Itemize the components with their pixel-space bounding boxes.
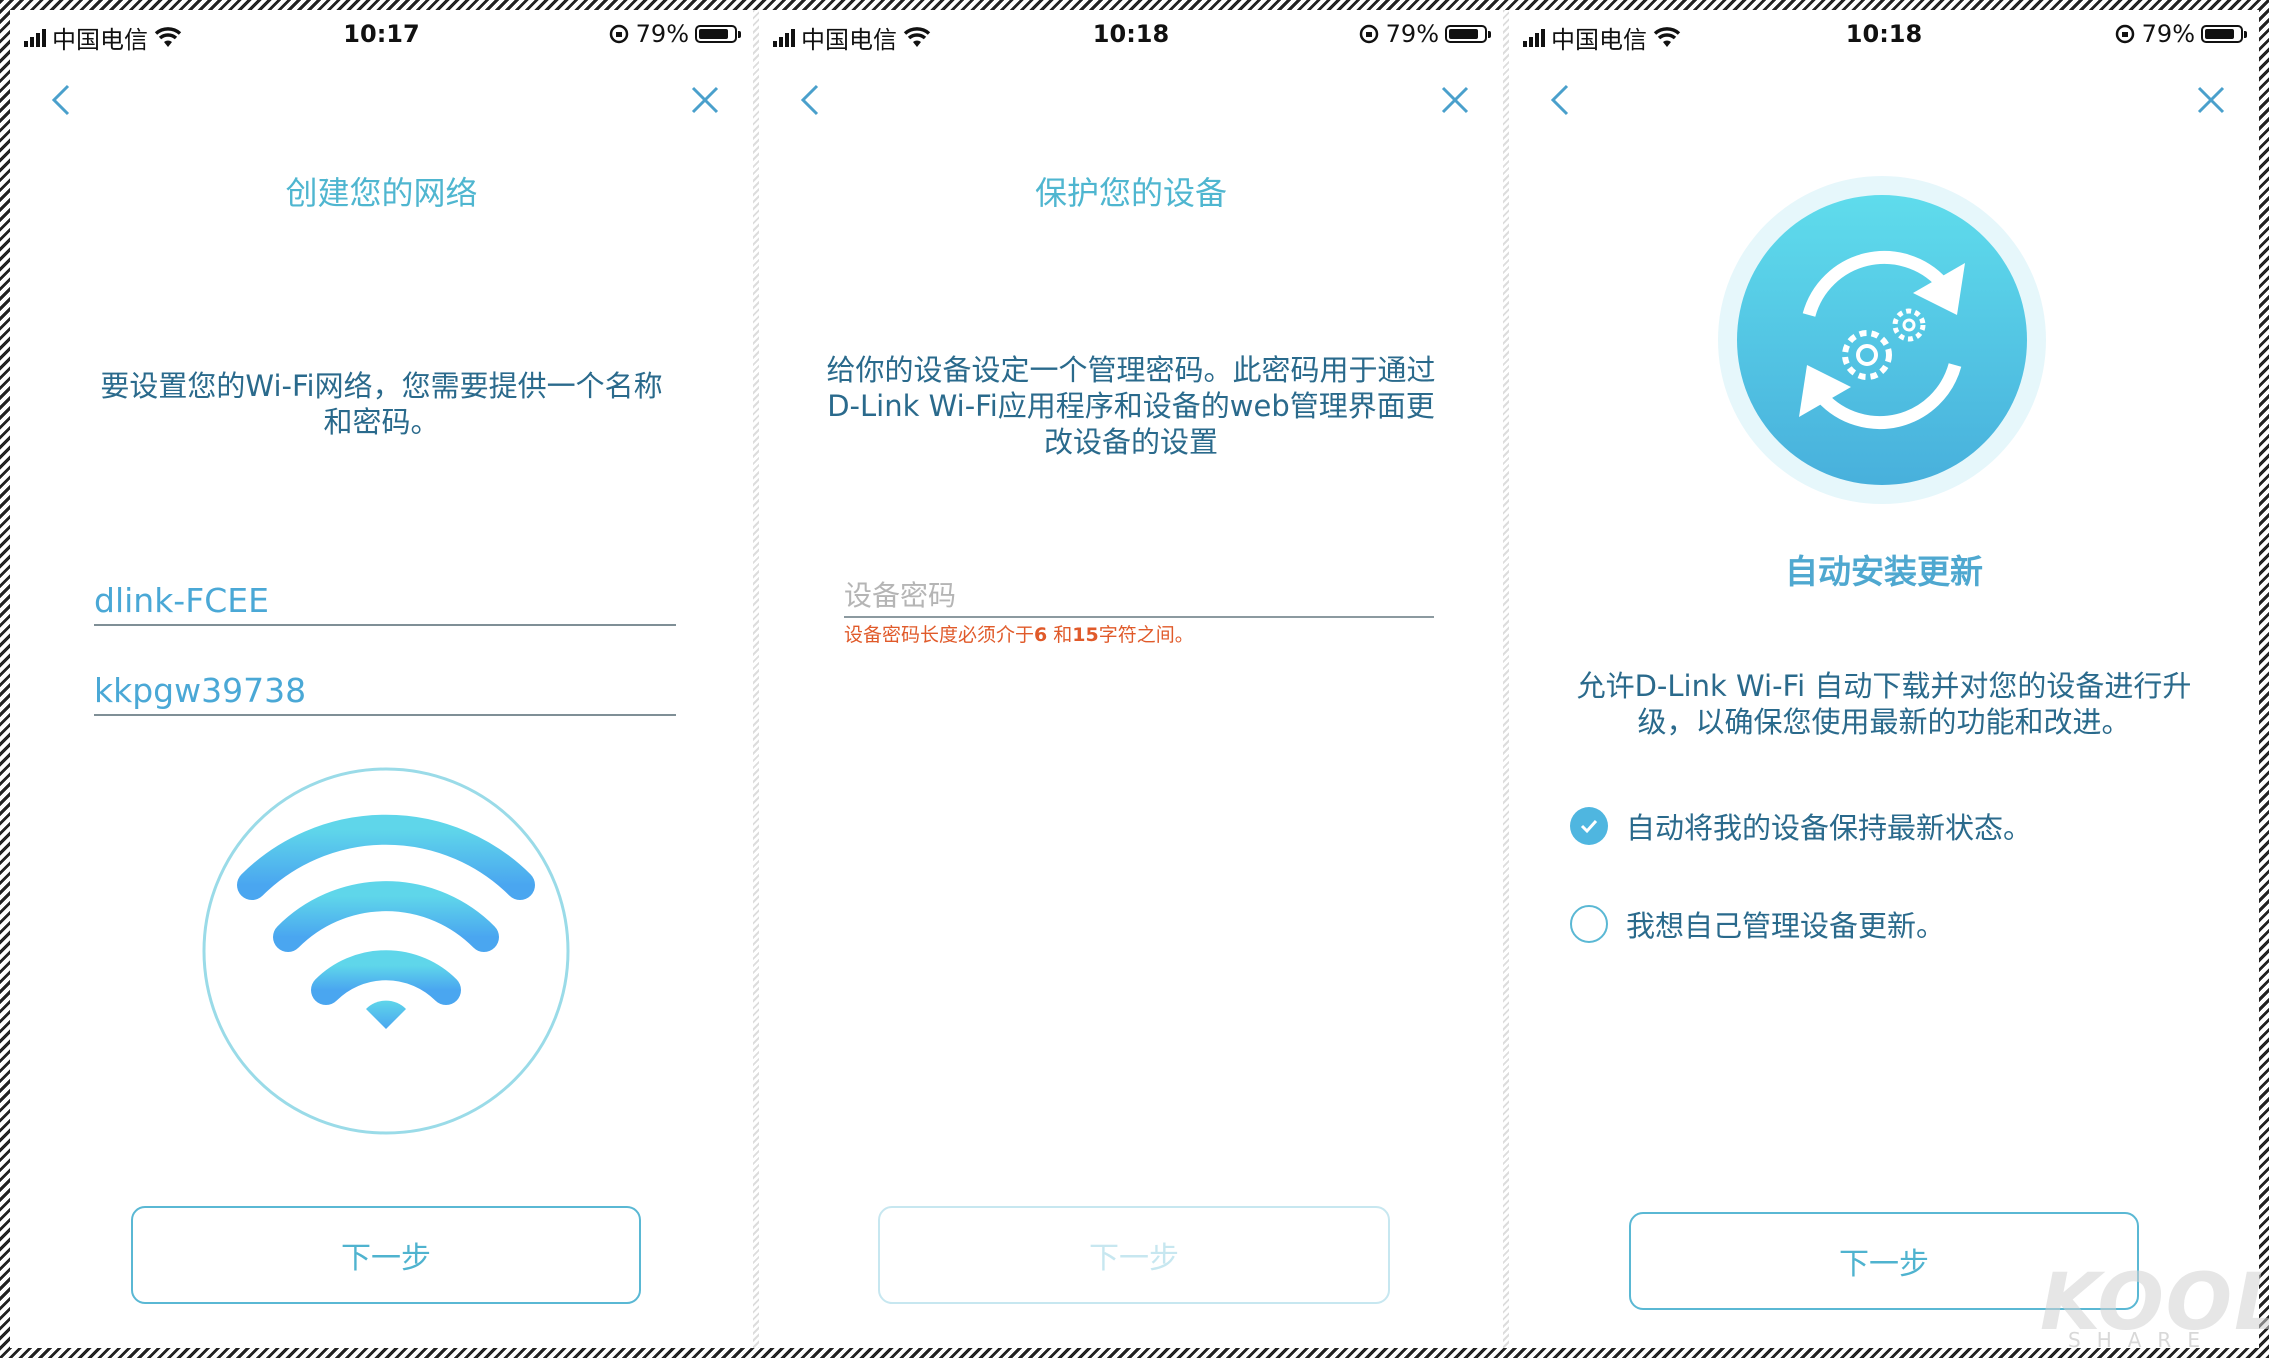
koolshare-watermark-sub: SHARE	[2068, 1328, 2216, 1352]
description-line: 改设备的设置	[1043, 425, 1218, 459]
screen-create-network: 中国电信 10:17 79% 创建您的网络 要设置您的Wi-Fi网络，您需要提供…	[10, 10, 753, 1348]
description-line: 要设置您的Wi-Fi网络，您需要提供一个名称	[100, 369, 663, 403]
update-sync-icon	[1718, 176, 2046, 504]
rotation-lock-icon	[1359, 24, 1378, 44]
close-icon[interactable]	[685, 80, 725, 120]
battery-percent: 79%	[2141, 20, 2195, 48]
status-bar: 中国电信 10:18 79%	[1509, 10, 2259, 54]
description-line: 允许D-Link Wi-Fi 自动下载并对您的设备进行升	[1576, 669, 2192, 703]
radio-checked-icon[interactable]	[1570, 807, 1608, 845]
back-chevron-icon[interactable]	[42, 80, 82, 120]
status-right: 79%	[1358, 20, 1491, 48]
description-line: 和密码。	[323, 405, 440, 439]
password-error-message: 设备密码长度必须介于6 和15字符之间。	[844, 620, 1194, 647]
error-min-length: 6	[1034, 624, 1048, 646]
page-description: 要设置您的Wi-Fi网络，您需要提供一个名称 和密码。	[50, 368, 713, 440]
description-line: 给你的设备设定一个管理密码。此密码用于通过	[826, 353, 1436, 387]
status-right: 79%	[2114, 20, 2247, 48]
battery-icon	[2201, 25, 2247, 43]
battery-icon	[1445, 25, 1491, 43]
error-max-length: 15	[1072, 624, 1099, 646]
option-auto-update[interactable]: 自动将我的设备保持最新状态。	[1570, 805, 2032, 847]
rotation-lock-icon	[609, 24, 628, 44]
screen-protect-device: 中国电信 10:18 79% 保护您的设备 给你的设备设定一个管理密码。此密码用…	[759, 10, 1503, 1348]
screens-container: 中国电信 10:17 79% 创建您的网络 要设置您的Wi-Fi网络，您需要提供…	[10, 10, 2269, 1352]
back-chevron-icon[interactable]	[1541, 80, 1581, 120]
option-label: 我想自己管理设备更新。	[1626, 909, 1946, 943]
close-icon[interactable]	[2191, 80, 2231, 120]
status-right: 79%	[608, 20, 741, 48]
option-manual-update[interactable]: 我想自己管理设备更新。	[1570, 903, 1945, 945]
close-icon[interactable]	[1435, 80, 1475, 120]
description-line: D-Link Wi-Fi应用程序和设备的web管理界面更	[827, 389, 1435, 423]
network-name-input[interactable]: dlink-FCEE	[94, 578, 676, 626]
screen-auto-update: 中国电信 10:18 79% 自动安装更新 允许D-Link Wi-Fi 自动下…	[1509, 10, 2259, 1348]
back-chevron-icon[interactable]	[791, 80, 831, 120]
status-bar: 中国电信 10:17 79%	[10, 10, 753, 54]
error-text: 和	[1047, 624, 1073, 646]
device-password-input[interactable]: 设备密码	[844, 576, 1434, 618]
page-title: 保护您的设备	[1034, 174, 1227, 212]
rotation-lock-icon	[2115, 24, 2134, 44]
battery-percent: 79%	[635, 20, 689, 48]
battery-icon	[695, 25, 741, 43]
status-bar: 中国电信 10:18 79%	[759, 10, 1503, 54]
wifi-illustration-icon	[202, 767, 570, 1135]
error-text: 设备密码长度必须介于	[844, 624, 1035, 646]
page-title: 自动安装更新	[1785, 552, 1983, 591]
battery-percent: 79%	[1385, 20, 1439, 48]
description-line: 级，以确保您使用最新的功能和改进。	[1637, 705, 2131, 739]
checkmark-icon	[1580, 819, 1598, 834]
network-password-input[interactable]: kkpgw39738	[94, 668, 676, 716]
page-description: 允许D-Link Wi-Fi 自动下载并对您的设备进行升 级，以确保您使用最新的…	[1539, 668, 2229, 740]
radio-unchecked-icon[interactable]	[1570, 905, 1608, 943]
option-label: 自动将我的设备保持最新状态。	[1626, 811, 2033, 845]
page-description: 给你的设备设定一个管理密码。此密码用于通过 D-Link Wi-Fi应用程序和设…	[789, 352, 1473, 460]
next-button-disabled[interactable]: 下一步	[878, 1206, 1390, 1304]
page-title: 创建您的网络	[285, 174, 478, 212]
next-button[interactable]: 下一步	[131, 1206, 641, 1304]
error-text: 字符之间。	[1098, 624, 1194, 646]
